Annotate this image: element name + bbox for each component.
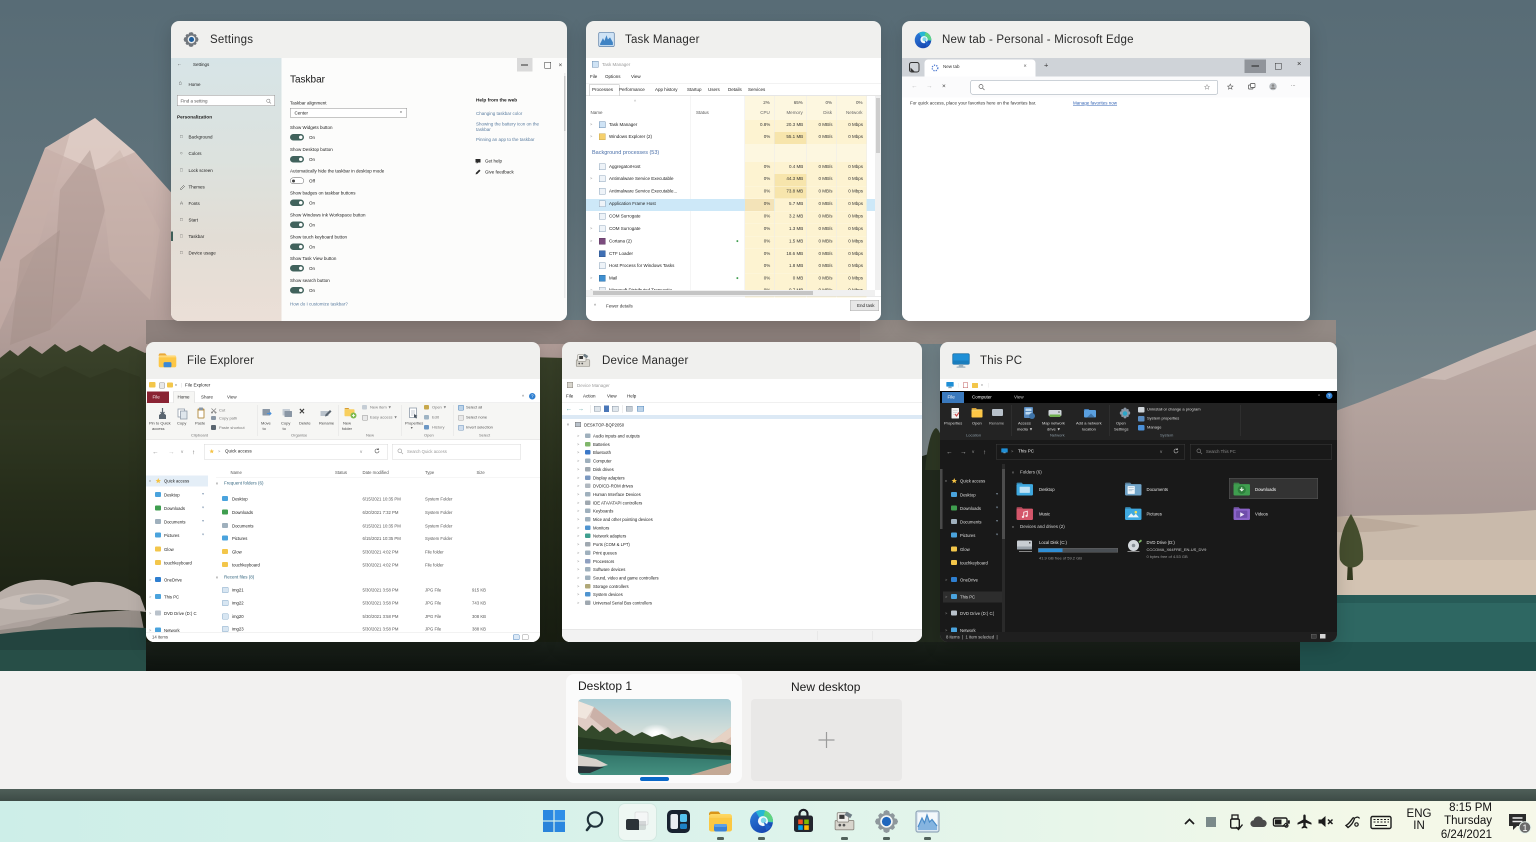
svg-text:1: 1 (1522, 823, 1527, 833)
